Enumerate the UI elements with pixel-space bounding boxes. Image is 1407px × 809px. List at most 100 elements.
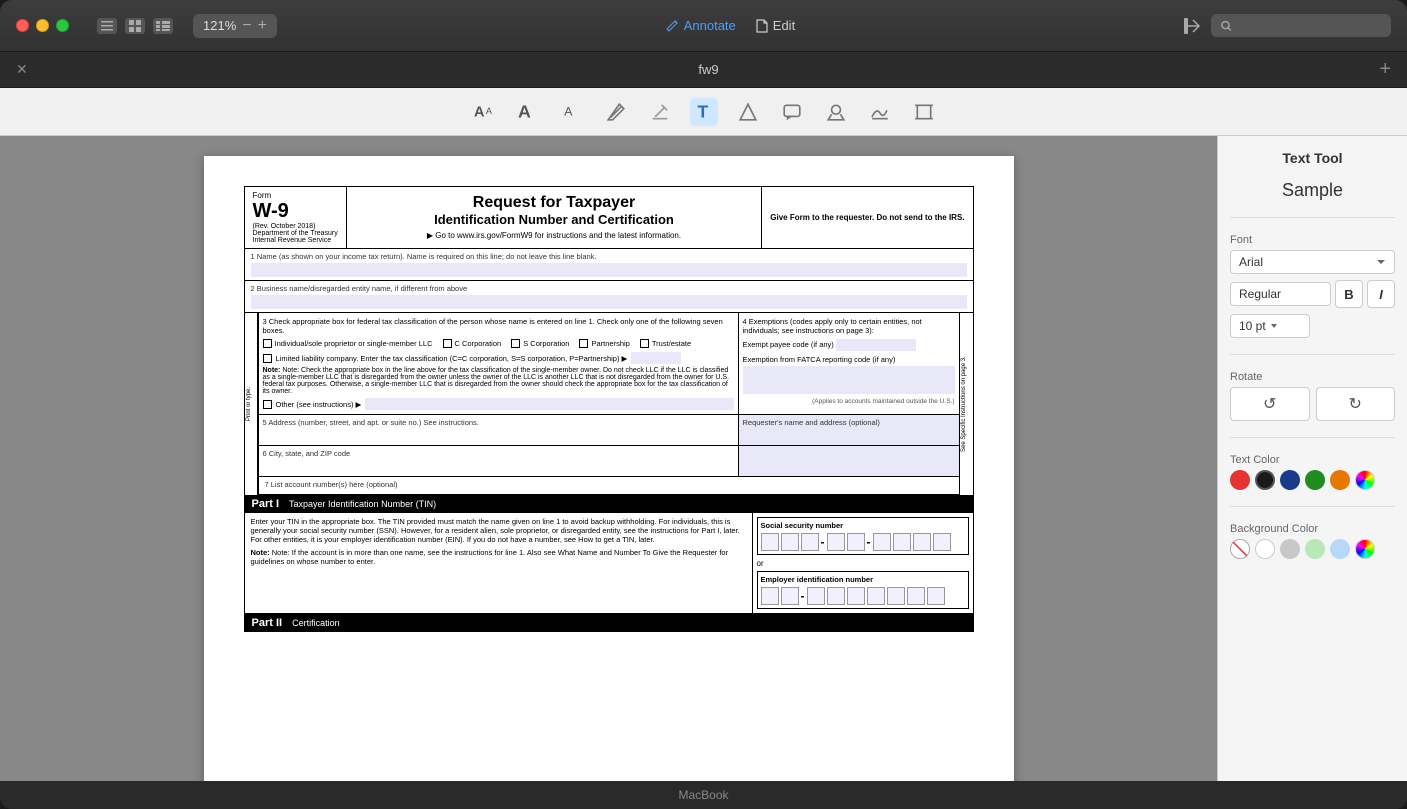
exempt-payee-field[interactable] <box>836 339 916 351</box>
ein-digit9[interactable] <box>927 587 945 605</box>
annotate-button[interactable]: Annotate <box>665 18 736 33</box>
zoom-in-btn[interactable]: + <box>258 17 267 35</box>
search-box[interactable] <box>1211 14 1391 37</box>
italic-button[interactable]: I <box>1367 280 1395 308</box>
field1-input[interactable] <box>251 263 967 277</box>
fullscreen-button[interactable] <box>56 19 69 32</box>
cb-individual[interactable]: Individual/sole proprietor or single-mem… <box>263 339 433 348</box>
ssn-digit8[interactable] <box>913 533 931 551</box>
ein-digit7[interactable] <box>887 587 905 605</box>
section3-wrapper: Print or type. 3 Check appropriate box f… <box>244 313 974 495</box>
form-title-section: Request for Taxpayer Identification Numb… <box>347 187 763 248</box>
text-large-icon[interactable]: A <box>514 98 542 126</box>
fatca-field[interactable] <box>743 366 955 394</box>
ein-digit8[interactable] <box>907 587 925 605</box>
cb-individual-box[interactable] <box>263 339 272 348</box>
cb-trust[interactable]: Trust/estate <box>640 339 691 348</box>
pdf-viewer[interactable]: Form W-9 (Rev. October 2018) Department … <box>0 136 1217 781</box>
rotate-left-btn[interactable]: ↺ <box>1230 387 1310 421</box>
other-field[interactable] <box>365 398 733 410</box>
note-llc-text: Note: Check the appropriate box in the l… <box>263 367 730 395</box>
size-select[interactable]: 10 pt <box>1230 314 1310 338</box>
rotate-right-btn[interactable]: ↻ <box>1316 387 1396 421</box>
cb-other-box[interactable] <box>263 400 272 409</box>
ssn-digit4[interactable] <box>827 533 845 551</box>
bg-color-picker[interactable] <box>1355 539 1375 559</box>
share-icon[interactable] <box>1183 17 1201 35</box>
text-small-icon[interactable]: A <box>558 98 586 126</box>
ein-digit1[interactable] <box>761 587 779 605</box>
close-button[interactable] <box>16 19 29 32</box>
text-color-orange[interactable] <box>1330 470 1350 490</box>
grid-view-btn[interactable] <box>125 18 145 34</box>
text-resize-icon[interactable]: A A <box>470 98 498 126</box>
cb-llc-box[interactable] <box>263 354 272 363</box>
text-color-darkblue[interactable] <box>1280 470 1300 490</box>
minimize-button[interactable] <box>36 19 49 32</box>
ssn-dash1: - <box>821 535 825 549</box>
field2-input[interactable] <box>251 295 967 309</box>
ein-digit5[interactable] <box>847 587 865 605</box>
zoom-out-btn[interactable]: − <box>242 17 251 35</box>
list-view-btn[interactable] <box>153 18 173 34</box>
cb-partnership-label: Partnership <box>591 339 629 348</box>
stamp-icon[interactable] <box>822 98 850 126</box>
ein-group2 <box>807 587 945 605</box>
ssn-label: Social security number <box>761 521 965 530</box>
ein-digit4[interactable] <box>827 587 845 605</box>
note-llc: Note: Note: Check the appropriate box in… <box>263 367 734 395</box>
comment-icon[interactable] <box>778 98 806 126</box>
ein-digit6[interactable] <box>867 587 885 605</box>
pen-icon[interactable] <box>602 98 630 126</box>
title-right <box>1183 14 1391 37</box>
bg-white[interactable] <box>1255 539 1275 559</box>
ssn-digit7[interactable] <box>893 533 911 551</box>
edit-button[interactable]: Edit <box>756 18 795 33</box>
crop-icon[interactable] <box>910 98 938 126</box>
highlight-icon[interactable] <box>646 98 674 126</box>
text-color-red[interactable] <box>1230 470 1250 490</box>
ssn-digit1[interactable] <box>761 533 779 551</box>
signature-icon[interactable] <box>866 98 894 126</box>
ein-digit2[interactable] <box>781 587 799 605</box>
cb-scorp[interactable]: S Corporation <box>511 339 569 348</box>
text-color-green[interactable] <box>1305 470 1325 490</box>
cb-trust-box[interactable] <box>640 339 649 348</box>
font-label: Font <box>1230 234 1395 246</box>
llc-field[interactable] <box>631 352 681 364</box>
tab-title: fw9 <box>38 62 1380 77</box>
ssn-group1 <box>761 533 819 551</box>
cb-ccorp-box[interactable] <box>443 339 452 348</box>
tab-add-btn[interactable]: + <box>1379 58 1391 81</box>
tab-close-btn[interactable]: ✕ <box>16 61 28 78</box>
zoom-control[interactable]: 121% − + <box>193 14 277 38</box>
section3-row: 3 Check appropriate box for federal tax … <box>258 313 960 415</box>
text-tool-icon[interactable]: T <box>690 98 718 126</box>
chevron-down-icon <box>1376 259 1386 265</box>
cb-partnership-box[interactable] <box>579 339 588 348</box>
ssn-digit6[interactable] <box>873 533 891 551</box>
bg-lightblue[interactable] <box>1330 539 1350 559</box>
shapes-icon[interactable] <box>734 98 762 126</box>
sidebar-toggle[interactable] <box>97 18 117 34</box>
ein-digit3[interactable] <box>807 587 825 605</box>
cb-partnership[interactable]: Partnership <box>579 339 629 348</box>
bg-lightgray[interactable] <box>1280 539 1300 559</box>
ssn-digit2[interactable] <box>781 533 799 551</box>
text-color-picker[interactable] <box>1355 470 1375 490</box>
style-select[interactable]: Regular <box>1230 282 1331 306</box>
checkbox-row1: Individual/sole proprietor or single-mem… <box>263 339 734 348</box>
bold-button[interactable]: B <box>1335 280 1363 308</box>
bg-transparent[interactable] <box>1230 539 1250 559</box>
search-input[interactable] <box>1238 18 1381 33</box>
ssn-digit9[interactable] <box>933 533 951 551</box>
text-color-label: Text Color <box>1230 454 1395 466</box>
bg-lightgreen[interactable] <box>1305 539 1325 559</box>
ssn-digit5[interactable] <box>847 533 865 551</box>
ssn-digit3[interactable] <box>801 533 819 551</box>
text-color-black[interactable] <box>1255 470 1275 490</box>
cb-scorp-box[interactable] <box>511 339 520 348</box>
font-select[interactable]: Arial <box>1230 250 1395 274</box>
other-label: Other (see instructions) ▶ <box>276 400 362 409</box>
cb-ccorp[interactable]: C Corporation <box>443 339 502 348</box>
